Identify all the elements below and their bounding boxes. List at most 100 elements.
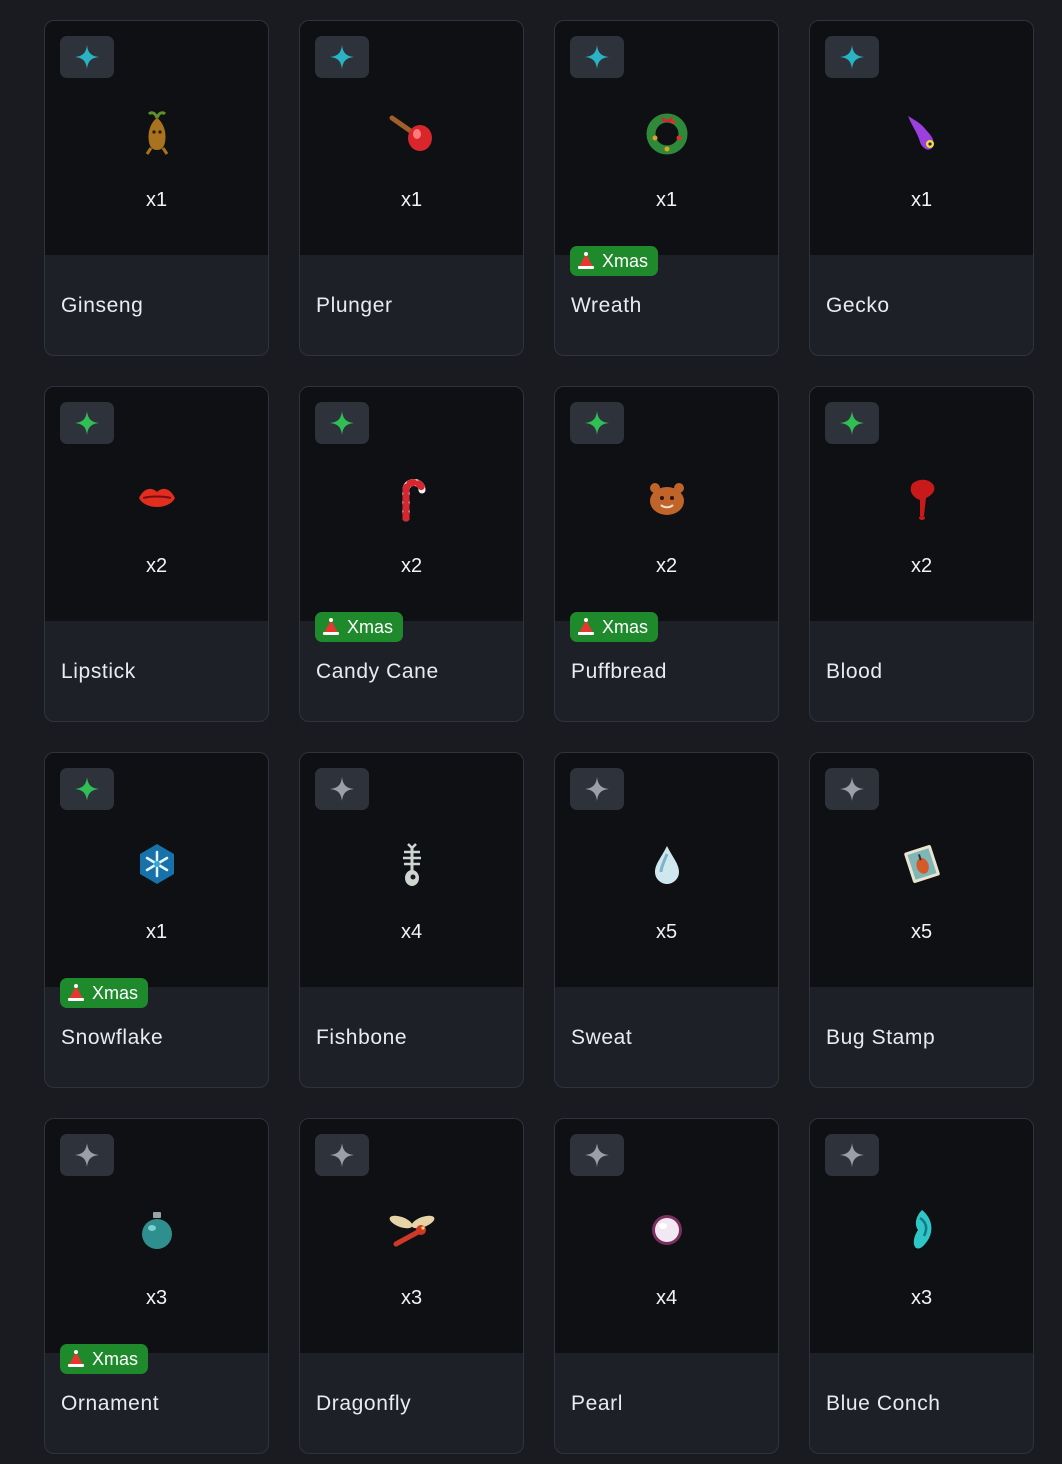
rarity-sparkle-icon[interactable] (60, 768, 114, 810)
item-preview-area: x2 (300, 387, 523, 621)
item-preview-area: x3 (810, 1119, 1033, 1353)
item-card[interactable]: x2 Blood (809, 386, 1034, 722)
item-name: Puffbread (571, 660, 668, 683)
item-name: Lipstick (61, 660, 136, 683)
rarity-sparkle-icon[interactable] (825, 1134, 879, 1176)
xmas-badge: Xmas (570, 246, 659, 276)
item-preview-area: x4 (300, 753, 523, 987)
rarity-sparkle-icon[interactable] (825, 402, 879, 444)
item-preview-area: x3 (300, 1119, 523, 1353)
item-preview-area: x3 (45, 1119, 268, 1353)
plunger-icon (387, 107, 437, 157)
item-grid: x1 Ginseng x1 Plunger x1 Xmas Wreath x1 Gecko x2 L… (44, 20, 1034, 1454)
item-name: Bug Stamp (826, 1026, 936, 1049)
item-preview-area: x1 (810, 21, 1033, 255)
snowflake-icon (132, 839, 182, 889)
rarity-sparkle-icon[interactable] (825, 768, 879, 810)
rarity-sparkle-icon[interactable] (570, 402, 624, 444)
gecko-icon (897, 107, 947, 157)
santa-hat-icon (66, 983, 86, 1003)
conch-icon (897, 1205, 947, 1255)
item-preview-area: x1 (45, 21, 268, 255)
badge-label: Xmas (347, 616, 394, 637)
item-card[interactable]: x4 Fishbone (299, 752, 524, 1088)
rarity-sparkle-icon[interactable] (570, 1134, 624, 1176)
item-preview-area: x2 (45, 387, 268, 621)
item-name: Gecko (826, 294, 890, 317)
badge-label: Xmas (602, 250, 649, 271)
lips-icon (132, 473, 182, 523)
blood-drop-icon (897, 473, 947, 523)
item-card[interactable]: x2 Lipstick (44, 386, 269, 722)
item-preview-area: x1 (45, 753, 268, 987)
item-card[interactable]: x1 Xmas Wreath (554, 20, 779, 356)
rarity-sparkle-icon[interactable] (570, 768, 624, 810)
item-quantity: x1 (655, 189, 678, 211)
item-name: Pearl (571, 1392, 624, 1415)
item-quantity: x2 (655, 555, 678, 577)
item-card[interactable]: x1 Xmas Snowflake (44, 752, 269, 1088)
item-name: Snowflake (61, 1026, 164, 1049)
item-name: Blue Conch (826, 1392, 941, 1415)
gingerbread-icon (642, 473, 692, 523)
item-preview-area: x5 (555, 753, 778, 987)
badge-label: Xmas (92, 982, 139, 1003)
item-name: Ginseng (61, 294, 144, 317)
item-quantity: x2 (910, 555, 933, 577)
item-card[interactable]: x2 Xmas Puffbread (554, 386, 779, 722)
water-drop-icon (642, 839, 692, 889)
stamp-icon (897, 839, 947, 889)
item-quantity: x5 (910, 921, 933, 943)
item-preview-area: x1 (555, 21, 778, 255)
item-preview-area: x2 (810, 387, 1033, 621)
rarity-sparkle-icon[interactable] (60, 36, 114, 78)
xmas-badge: Xmas (60, 978, 149, 1008)
item-card[interactable]: x5 Bug Stamp (809, 752, 1034, 1088)
item-name: Candy Cane (316, 660, 439, 683)
fishbone-icon (387, 839, 437, 889)
badge-label: Xmas (92, 1348, 139, 1369)
rarity-sparkle-icon[interactable] (60, 1134, 114, 1176)
rarity-sparkle-icon[interactable] (315, 768, 369, 810)
item-quantity: x1 (400, 189, 423, 211)
xmas-badge: Xmas (315, 612, 404, 642)
item-card[interactable]: x3 Dragonfly (299, 1118, 524, 1454)
item-card[interactable]: x3 Blue Conch (809, 1118, 1034, 1454)
item-card[interactable]: x3 Xmas Ornament (44, 1118, 269, 1454)
item-card[interactable]: x5 Sweat (554, 752, 779, 1088)
item-preview-area: x2 (555, 387, 778, 621)
dragonfly-icon (387, 1205, 437, 1255)
item-name: Plunger (316, 294, 393, 317)
item-name: Dragonfly (316, 1392, 412, 1415)
item-name: Sweat (571, 1026, 633, 1049)
rarity-sparkle-icon[interactable] (570, 36, 624, 78)
item-name: Ornament (61, 1392, 160, 1415)
item-quantity: x3 (910, 1287, 933, 1309)
rarity-sparkle-icon[interactable] (315, 36, 369, 78)
item-quantity: x3 (400, 1287, 423, 1309)
rarity-sparkle-icon[interactable] (315, 1134, 369, 1176)
rarity-sparkle-icon[interactable] (60, 402, 114, 444)
item-card[interactable]: x1 Plunger (299, 20, 524, 356)
santa-hat-icon (66, 1349, 86, 1369)
item-card[interactable]: x2 Xmas Candy Cane (299, 386, 524, 722)
santa-hat-icon (576, 251, 596, 271)
item-quantity: x4 (655, 1287, 678, 1309)
item-card[interactable]: x4 Pearl (554, 1118, 779, 1454)
item-quantity: x3 (145, 1287, 168, 1309)
item-name: Fishbone (316, 1026, 408, 1049)
item-quantity: x1 (910, 189, 933, 211)
item-quantity: x1 (145, 921, 168, 943)
item-quantity: x4 (400, 921, 423, 943)
item-card[interactable]: x1 Ginseng (44, 20, 269, 356)
item-quantity: x5 (655, 921, 678, 943)
item-preview-area: x1 (300, 21, 523, 255)
pearl-icon (642, 1205, 692, 1255)
item-quantity: x2 (145, 555, 168, 577)
wreath-icon (642, 107, 692, 157)
xmas-badge: Xmas (60, 1344, 149, 1374)
item-card[interactable]: x1 Gecko (809, 20, 1034, 356)
rarity-sparkle-icon[interactable] (825, 36, 879, 78)
badge-label: Xmas (602, 616, 649, 637)
rarity-sparkle-icon[interactable] (315, 402, 369, 444)
